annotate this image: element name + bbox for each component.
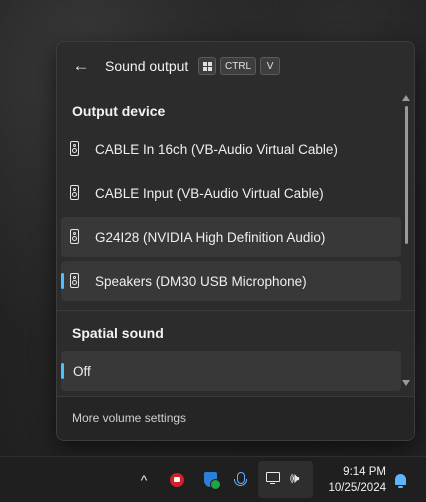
spatial-option-label: Off <box>73 363 91 379</box>
keyboard-shortcut-hint: CTRL V <box>198 57 281 75</box>
volume-icon: 🕪 <box>290 470 300 487</box>
notification-bell-icon[interactable] <box>390 457 410 502</box>
speaker-icon <box>70 185 79 200</box>
device-label: CABLE Input (VB-Audio Virtual Cable) <box>95 185 324 201</box>
scrollbar-thumb[interactable] <box>405 106 408 244</box>
app-tray-icon[interactable] <box>168 457 186 502</box>
device-item-speakers-dm30[interactable]: Speakers (DM30 USB Microphone) <box>61 261 401 301</box>
ctrl-key: CTRL <box>220 57 257 75</box>
taskbar: ^ 🕪 9:14 PM 10/25/2024 <box>0 456 426 502</box>
security-shield-icon[interactable] <box>200 457 221 502</box>
spatial-option-off[interactable]: Off <box>61 351 401 391</box>
more-volume-settings-link[interactable]: More volume settings <box>72 411 186 425</box>
speaker-icon <box>70 229 79 244</box>
v-key: V <box>260 57 281 75</box>
output-device-heading: Output device <box>72 103 166 119</box>
sound-output-panel: ← Sound output CTRL V Output device CABL… <box>56 41 415 441</box>
panel-title: Sound output <box>105 58 189 74</box>
clock-date: 10/25/2024 <box>328 482 386 494</box>
device-item-cable-in-16ch[interactable]: CABLE In 16ch (VB-Audio Virtual Cable) <box>61 129 401 169</box>
scroll-up-arrow-icon[interactable] <box>402 95 410 101</box>
network-icon <box>266 472 280 484</box>
section-divider <box>57 310 414 311</box>
device-label: CABLE In 16ch (VB-Audio Virtual Cable) <box>95 141 338 157</box>
speaker-icon <box>70 141 79 156</box>
clock-time: 9:14 PM <box>343 466 386 478</box>
selected-indicator <box>61 363 64 379</box>
scroll-down-arrow-icon[interactable] <box>402 380 410 386</box>
speaker-icon <box>70 273 79 288</box>
device-label: Speakers (DM30 USB Microphone) <box>95 273 307 289</box>
panel-footer: More volume settings <box>57 396 414 440</box>
panel-header: ← Sound output CTRL V <box>57 42 414 90</box>
device-label: G24I28 (NVIDIA High Definition Audio) <box>95 229 326 245</box>
spatial-sound-heading: Spatial sound <box>72 325 164 341</box>
microphone-icon[interactable] <box>232 457 250 502</box>
show-hidden-icons-chevron-icon[interactable]: ^ <box>134 457 154 502</box>
clock[interactable]: 9:14 PM 10/25/2024 <box>318 464 386 496</box>
quick-settings-button[interactable]: 🕪 <box>258 461 313 498</box>
selected-indicator <box>61 273 64 289</box>
device-item-g24i28[interactable]: G24I28 (NVIDIA High Definition Audio) <box>61 217 401 257</box>
device-item-cable-input[interactable]: CABLE Input (VB-Audio Virtual Cable) <box>61 173 401 213</box>
windows-key-icon <box>198 57 216 75</box>
back-arrow-icon[interactable]: ← <box>71 56 91 76</box>
